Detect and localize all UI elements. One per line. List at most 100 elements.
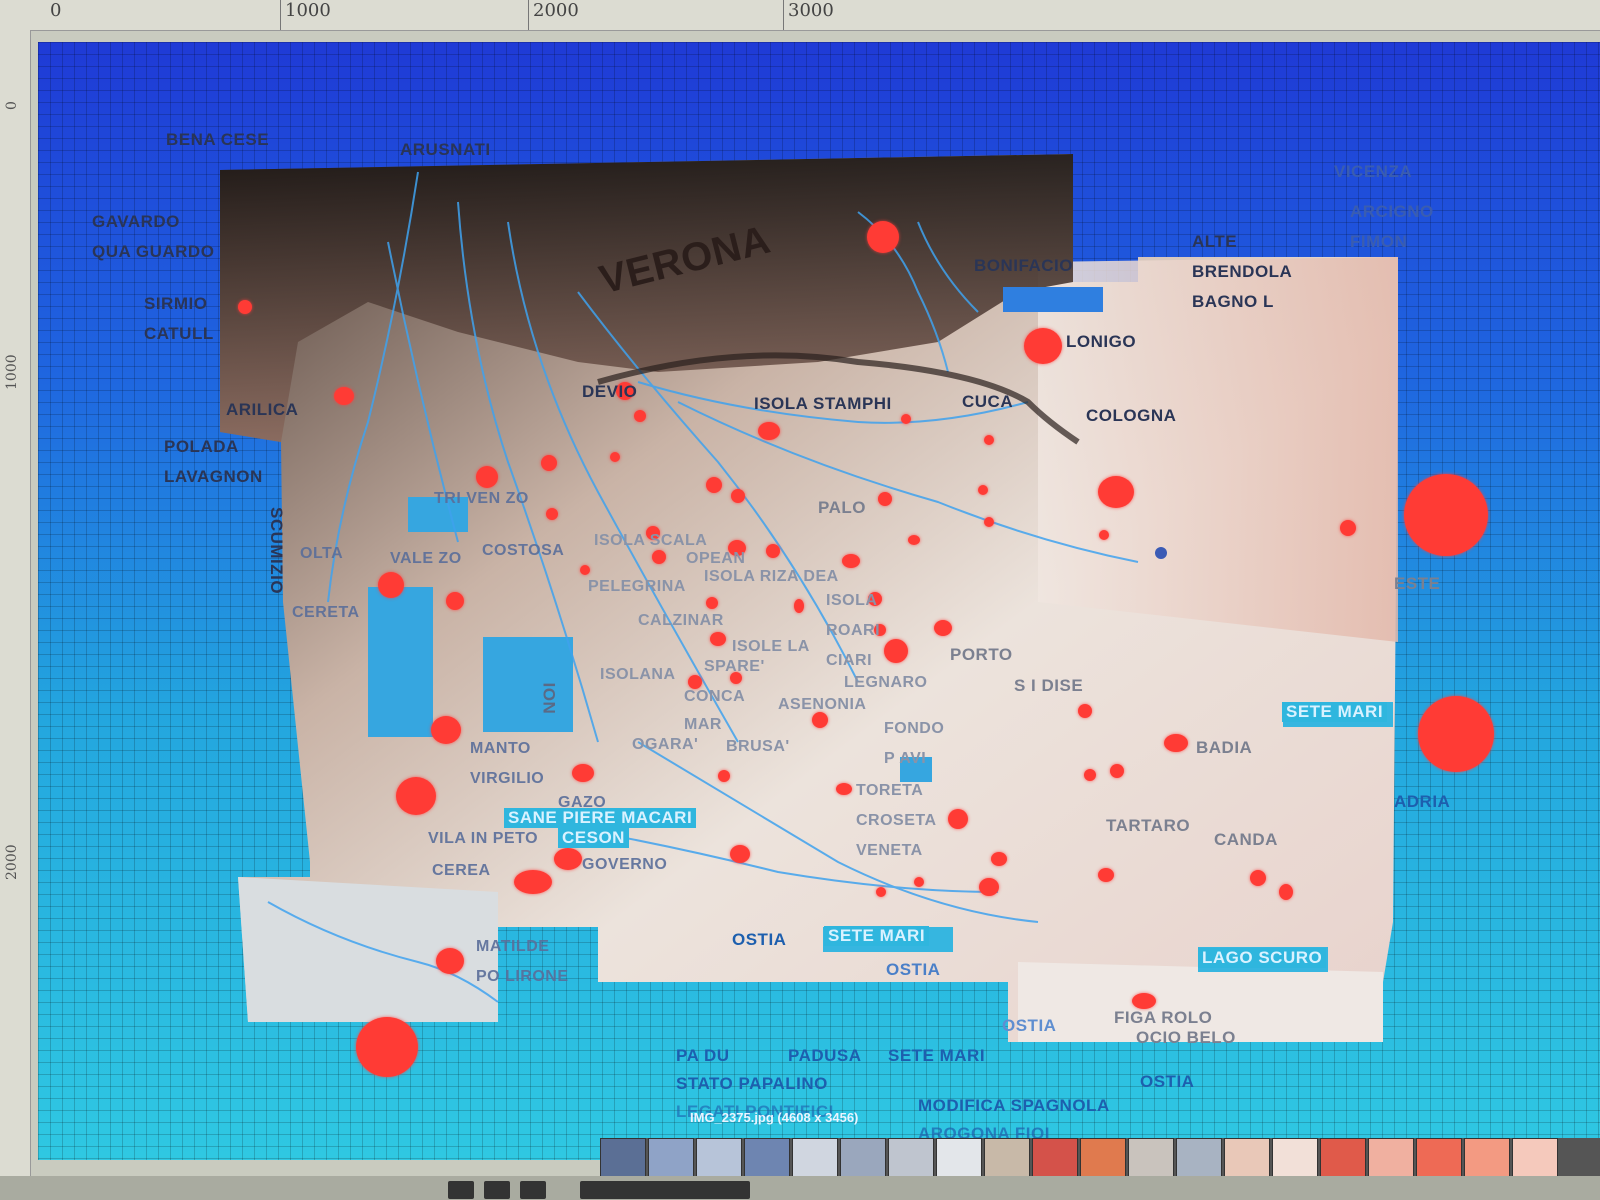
thumbnail-strip[interactable] [600,1138,1600,1180]
thumbnail[interactable] [984,1138,1030,1180]
place-label: OSTIA [886,960,941,979]
site-marker [1132,993,1156,1009]
site-marker [1155,547,1167,559]
site-marker [476,466,498,488]
place-label: SANE PIERE MACARI [504,808,697,828]
place-label: VALE ZO [390,550,462,567]
place-label: ARCIGNO [1350,202,1434,221]
thumbnail[interactable] [744,1138,790,1180]
place-label: SIRMIO [144,294,208,313]
site-marker [1099,530,1109,540]
site-marker [1098,868,1114,882]
site-marker [1250,870,1266,886]
place-label: COSTOSA [482,542,565,559]
thumbnail[interactable] [888,1138,934,1180]
site-marker [710,632,726,646]
thumbnail[interactable] [792,1138,838,1180]
place-label: LONIGO [1066,332,1137,351]
place-label: CUCA [962,392,1014,411]
place-label: GOVERNO [582,856,668,873]
place-label: VENETA [856,842,923,859]
site-marker [378,572,404,598]
site-marker [984,517,994,527]
place-label: TARTARO [1106,816,1191,835]
site-marker [731,489,745,503]
site-marker [431,716,461,744]
place-label: ARUSNATI [400,140,491,159]
place-label: PALO [818,498,866,517]
site-marker [948,809,968,829]
thumbnail[interactable] [1464,1138,1510,1180]
toolbar-button[interactable] [448,1181,474,1199]
thumbnail[interactable] [600,1138,646,1180]
place-label: OCIO BELO [1136,1028,1236,1047]
thumbnail[interactable] [1320,1138,1366,1180]
thumbnail[interactable] [1128,1138,1174,1180]
place-label: ISOLA STAMPHI [754,394,892,413]
ruler-tick-label: 2000 [533,0,579,21]
site-marker [610,452,620,462]
thumbnail[interactable] [1080,1138,1126,1180]
site-marker [1078,704,1092,718]
place-label: ALTE [1192,232,1238,251]
thumbnail[interactable] [1416,1138,1462,1180]
thumbnail[interactable] [840,1138,886,1180]
toolbar-dropdown[interactable] [580,1181,750,1199]
site-marker [979,878,999,896]
site-marker [541,455,557,471]
ruler-tick-label: 0 [4,101,20,110]
place-label: SETE MARI [888,1046,986,1065]
thumbnail[interactable] [1176,1138,1222,1180]
place-label: FONDO [884,720,945,737]
thumbnail[interactable] [648,1138,694,1180]
site-marker [436,948,464,974]
site-marker [334,387,354,405]
site-marker [766,544,780,558]
site-marker [758,422,780,440]
site-marker [1404,474,1488,556]
thumbnail[interactable] [1224,1138,1270,1180]
place-label: TRI VEN ZO [434,490,529,507]
ruler-tick [280,0,281,30]
site-marker [934,620,952,636]
site-marker [1340,520,1356,536]
place-label: BADIA [1196,738,1253,757]
site-marker [867,221,899,253]
toolbar-button[interactable] [520,1181,546,1199]
toolbar-button[interactable] [484,1181,510,1199]
site-marker [878,492,892,506]
top-ruler: 0 1000 2000 3000 [0,0,1600,31]
site-marker [1279,884,1293,900]
site-marker [794,599,804,613]
place-label: LEGNARO [844,674,928,691]
image-canvas[interactable]: BENA CESE ARUSNATI GAVARDO QUA GUARDO SI… [38,42,1600,1160]
thumbnail[interactable] [936,1138,982,1180]
ruler-tick [783,0,784,30]
site-marker [238,300,252,314]
place-label: OGARA' [632,736,699,753]
site-marker [446,592,464,610]
place-label: TORETA [856,782,924,799]
place-label: QUA GUARDO [92,242,215,261]
place-label: CESON [558,828,629,848]
thumbnail[interactable] [1032,1138,1078,1180]
place-label: CANDA [1214,830,1278,849]
site-marker [984,435,994,445]
place-label: FIMON [1350,232,1408,251]
ruler-tick-label: 1000 [285,0,331,21]
place-label: ISOLE LA [732,638,810,655]
place-label: BAGNO L [1192,292,1274,311]
thumbnail[interactable] [696,1138,742,1180]
site-marker [554,848,582,870]
site-marker [836,783,852,795]
ruler-tick-label: 2000 [4,844,20,880]
thumbnail[interactable] [1512,1138,1558,1180]
site-marker [842,554,860,568]
place-label: FIGA ROLO [1114,1008,1213,1027]
thumbnail[interactable] [1368,1138,1414,1180]
place-label: DEVIO [582,382,638,401]
place-label: SPARE' [704,658,765,675]
thumbnail[interactable] [1272,1138,1318,1180]
ruler-tick-label: 1000 [4,354,20,390]
place-label: PELEGRINA [588,578,686,595]
